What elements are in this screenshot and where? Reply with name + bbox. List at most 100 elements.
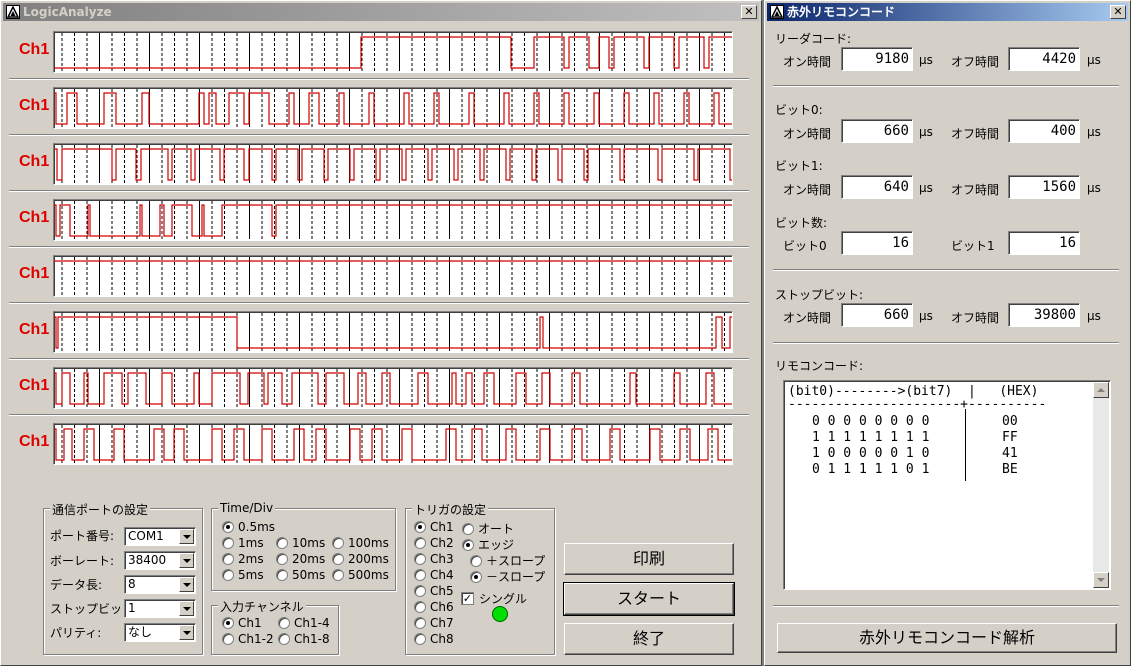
radio-dot — [414, 569, 426, 581]
radio-dot — [470, 570, 482, 583]
parity-select[interactable]: なし — [124, 623, 196, 642]
trigger-channel-radio-label: Ch2 — [430, 536, 454, 550]
chevron-down-icon[interactable] — [179, 601, 194, 616]
vertical-scrollbar[interactable] — [1093, 382, 1109, 588]
end-button[interactable]: 終了 — [564, 623, 734, 655]
minus-slope-radio[interactable]: －スロープ — [470, 568, 545, 585]
data-length-select[interactable]: 8 — [124, 575, 196, 594]
trigger-channel-radio[interactable]: Ch4 — [414, 568, 454, 582]
input-channel-radio[interactable]: Ch1-2 — [222, 632, 274, 646]
channel-label: Ch1 — [19, 209, 50, 226]
bit0-on-field[interactable]: 660 — [841, 119, 913, 143]
radio-dot — [222, 521, 234, 533]
channel-scope — [53, 31, 733, 73]
chevron-down-icon[interactable] — [179, 577, 194, 592]
trigger-channel-radio-label: Ch5 — [430, 584, 454, 598]
scroll-up-icon[interactable] — [1093, 382, 1109, 398]
timediv-radio[interactable]: 5ms — [222, 568, 264, 582]
bit0-off-field[interactable]: 400 — [1008, 119, 1080, 143]
stopbit-title: ストップビット: — [775, 288, 864, 302]
remote-code-titlebar[interactable]: 赤外リモコンコード ✕ — [767, 3, 1128, 21]
time-div-title: Time/Div — [218, 501, 276, 515]
bit1-off-label: オフ時間 — [951, 183, 1000, 197]
timediv-radio-label: 5ms — [238, 568, 264, 582]
channel-scope — [53, 87, 733, 129]
leader-off-field[interactable]: 4420 — [1008, 47, 1080, 71]
timediv-radio[interactable]: 100ms — [332, 536, 389, 550]
trigger-auto-radio[interactable]: オート — [462, 520, 514, 537]
code-divider: ----------------------+---------- — [788, 397, 1047, 412]
remote-code-textarea[interactable]: (bit0)-------->(bit7) | (HEX) ----------… — [783, 380, 1111, 590]
data-length-label: データ長: — [50, 578, 103, 592]
minus-slope-label: －スロープ — [486, 570, 546, 584]
start-button[interactable]: スタート — [563, 582, 735, 616]
trigger-edge-radio[interactable]: エッジ — [462, 536, 514, 553]
bit1-on-field[interactable]: 640 — [841, 175, 913, 199]
input-channel-radio[interactable]: Ch1-8 — [278, 632, 330, 646]
analyze-button[interactable]: 赤外リモコンコード解析 — [777, 623, 1117, 653]
window-title: LogicAnalyze — [23, 5, 112, 19]
divider — [9, 134, 749, 136]
bitcount-bit0-field[interactable]: 16 — [841, 231, 913, 255]
close-icon[interactable]: ✕ — [1110, 5, 1126, 19]
timediv-radio[interactable]: 2ms — [222, 552, 264, 566]
divider — [773, 269, 1119, 271]
bitcount-bit1-field[interactable]: 16 — [1008, 231, 1080, 255]
timediv-radio[interactable]: 1ms — [222, 536, 264, 550]
radio-dot — [414, 521, 426, 533]
single-checkbox[interactable]: ✓ シングル — [461, 590, 527, 607]
radio-dot — [278, 617, 290, 629]
timediv-radio[interactable]: 20ms — [276, 552, 325, 566]
trigger-channel-radio[interactable]: Ch2 — [414, 536, 454, 550]
timediv-radio[interactable]: 50ms — [276, 568, 325, 582]
timediv-radio[interactable]: 200ms — [332, 552, 389, 566]
bit1-off-field[interactable]: 1560 — [1008, 175, 1080, 199]
divider — [773, 342, 1119, 344]
port-settings-title: 通信ポートの設定 — [50, 501, 151, 518]
trigger-channel-radio[interactable]: Ch6 — [414, 600, 454, 614]
trigger-group: トリガの設定 Ch1 Ch2 Ch3 Ch4 Ch5 Ch6 Ch7 Ch8 オート エッジ … — [405, 501, 555, 655]
port-number-label: ポート番号: — [50, 529, 115, 543]
signal-waveform — [54, 92, 732, 125]
input-channel-radio[interactable]: Ch1-4 — [278, 616, 330, 630]
plus-slope-radio[interactable]: ＋スロープ — [470, 552, 545, 569]
chevron-down-icon[interactable] — [179, 625, 194, 640]
divider — [9, 246, 749, 248]
bit1-title: ビット1: — [775, 159, 823, 173]
input-channel-title: 入力チャンネル — [218, 598, 306, 615]
print-button[interactable]: 印刷 — [564, 543, 734, 575]
trigger-channel-radio[interactable]: Ch3 — [414, 552, 454, 566]
divider — [773, 85, 1119, 87]
app-logo-icon — [770, 5, 784, 19]
stop-bit-select[interactable]: 1 — [124, 599, 196, 618]
trigger-channel-radio[interactable]: Ch7 — [414, 616, 454, 630]
channel-label: Ch1 — [19, 265, 50, 282]
chevron-down-icon[interactable] — [179, 529, 194, 544]
bit0-title: ビット0: — [775, 103, 823, 117]
leader-on-field[interactable]: 9180 — [841, 47, 913, 71]
radio-dot — [222, 569, 234, 581]
logic-analyze-titlebar[interactable]: LogicAnalyze ✕ — [3, 3, 759, 21]
baud-rate-select[interactable]: 38400 — [124, 551, 196, 570]
stopbit-off-field[interactable]: 39800 — [1008, 303, 1080, 327]
trigger-channel-radio[interactable]: Ch8 — [414, 632, 454, 646]
timediv-radio[interactable]: 10ms — [276, 536, 325, 550]
timediv-radio[interactable]: 500ms — [332, 568, 389, 582]
parity-value: なし — [128, 625, 153, 639]
port-number-value: COM1 — [128, 529, 164, 543]
close-icon[interactable]: ✕ — [741, 5, 757, 19]
trigger-channel-radio[interactable]: Ch1 — [414, 520, 454, 534]
single-label: シングル — [479, 592, 528, 606]
port-number-select[interactable]: COM1 — [124, 527, 196, 546]
chevron-down-icon[interactable] — [179, 553, 194, 568]
radio-dot — [332, 569, 344, 581]
bit1-off-unit: μs — [1087, 181, 1101, 195]
input-channel-radio[interactable]: Ch1 — [222, 616, 262, 630]
stopbit-on-field[interactable]: 660 — [841, 303, 913, 327]
trigger-channel-radio[interactable]: Ch5 — [414, 584, 454, 598]
timediv-radio-label: 1ms — [238, 536, 264, 550]
timediv-radio[interactable]: 0.5ms — [222, 520, 275, 534]
data-length-value: 8 — [128, 577, 136, 591]
scroll-down-icon[interactable] — [1093, 572, 1109, 588]
channel-label: Ch1 — [19, 377, 50, 394]
